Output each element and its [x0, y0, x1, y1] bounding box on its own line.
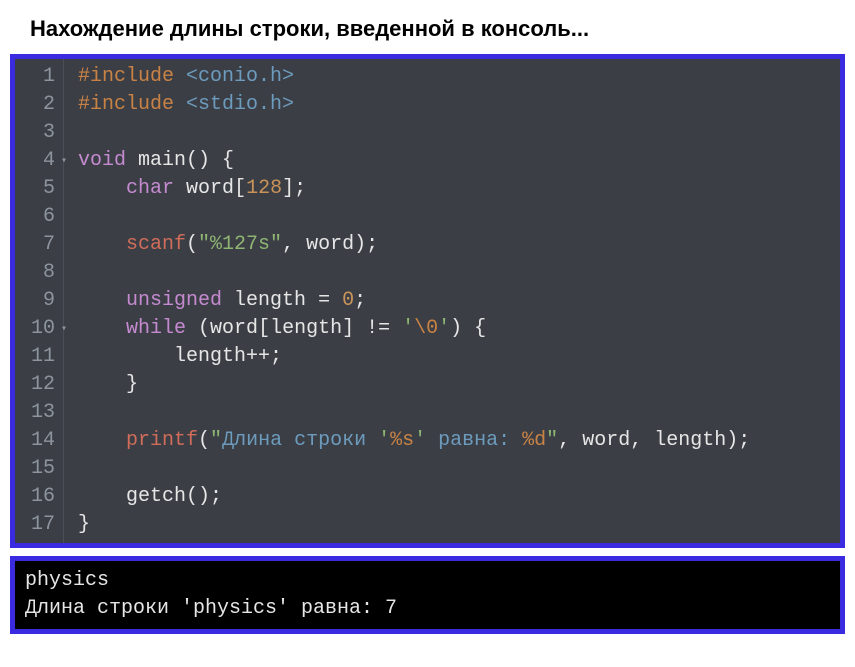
- page-title: Нахождение длины строки, введенной в кон…: [10, 10, 845, 54]
- code-line: length++;: [78, 345, 282, 368]
- line-number: 15: [21, 455, 55, 483]
- code-line: unsigned length = 0;: [78, 289, 366, 312]
- line-number: 13: [21, 399, 55, 427]
- code-line: while (word[length] != '\0') {: [78, 317, 486, 340]
- code-line: void main() {: [78, 149, 234, 172]
- line-number: 5: [21, 175, 55, 203]
- line-number: 16: [21, 483, 55, 511]
- code-line: }: [78, 513, 90, 536]
- line-number: 10: [21, 315, 55, 343]
- line-number: 17: [21, 511, 55, 539]
- line-number: 8: [21, 259, 55, 287]
- code-line: }: [78, 373, 138, 396]
- line-number: 12: [21, 371, 55, 399]
- line-number: 11: [21, 343, 55, 371]
- code-line: getch();: [78, 485, 222, 508]
- console-output: physics Длина строки 'physics' равна: 7: [10, 556, 845, 634]
- line-number: 7: [21, 231, 55, 259]
- code-content: #include <conio.h> #include <stdio.h> vo…: [64, 59, 840, 543]
- line-number: 2: [21, 91, 55, 119]
- line-number: 14: [21, 427, 55, 455]
- code-line: char word[128];: [78, 177, 306, 200]
- line-number: 1: [21, 63, 55, 91]
- console-line: physics: [25, 569, 109, 592]
- code-line: scanf("%127s", word);: [78, 233, 378, 256]
- line-number: 3: [21, 119, 55, 147]
- line-number: 4: [21, 147, 55, 175]
- code-line: printf("Длина строки '%s' равна: %d", wo…: [78, 429, 750, 452]
- console-line: Длина строки 'physics' равна: 7: [25, 597, 397, 620]
- code-editor: 1 2 3 4 5 6 7 8 9 10 11 12 13 14 15 16 1…: [10, 54, 845, 548]
- line-number: 6: [21, 203, 55, 231]
- line-number: 9: [21, 287, 55, 315]
- line-gutter: 1 2 3 4 5 6 7 8 9 10 11 12 13 14 15 16 1…: [15, 59, 64, 543]
- code-line: #include <conio.h>: [78, 65, 294, 88]
- code-line: #include <stdio.h>: [78, 93, 294, 116]
